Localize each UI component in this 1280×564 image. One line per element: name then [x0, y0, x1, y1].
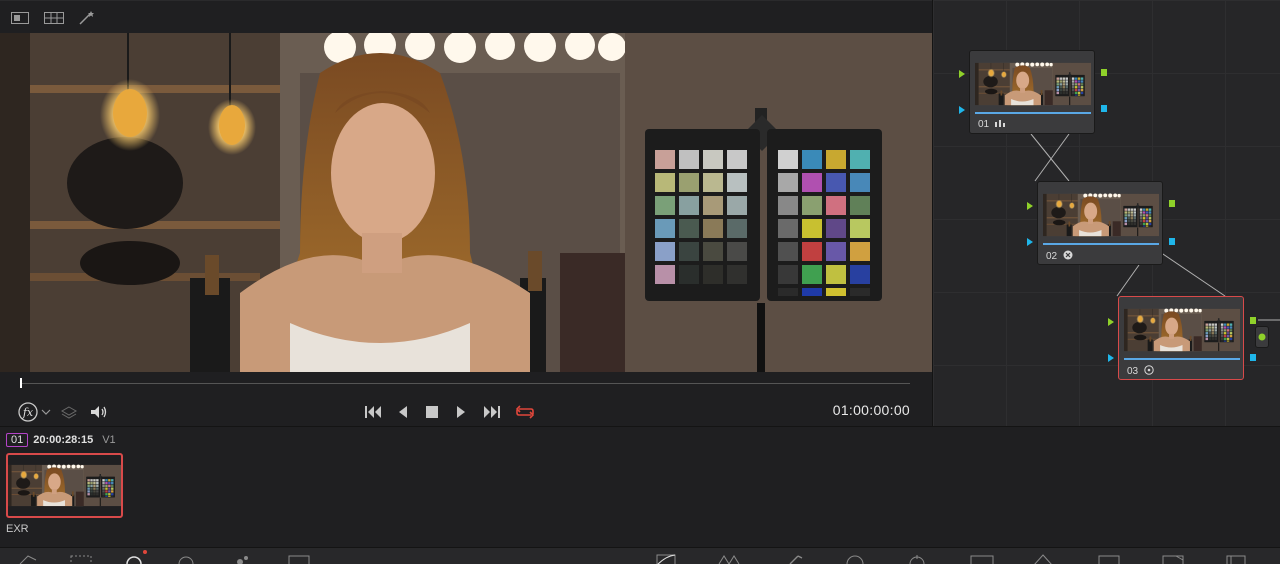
clip-track: V1 — [102, 434, 116, 446]
output-node[interactable] — [1255, 326, 1269, 348]
modified-indicator — [143, 550, 147, 554]
color-match-icon[interactable] — [70, 554, 92, 564]
node-03[interactable]: 03 — [1118, 296, 1244, 380]
clip-timecode: 20:00:28:15 — [33, 434, 94, 446]
speaker-icon[interactable] — [90, 402, 108, 422]
layers-icon[interactable] — [60, 402, 78, 422]
node-02-alpha-input[interactable] — [1027, 238, 1033, 246]
node-02[interactable]: 02 — [1037, 181, 1163, 265]
clip-thumbnail[interactable] — [6, 453, 123, 518]
window-icon[interactable] — [844, 554, 866, 564]
node-01-alpha-input[interactable] — [959, 106, 965, 114]
single-viewer-icon[interactable] — [10, 10, 30, 26]
node-03-rgb-input[interactable] — [1108, 318, 1114, 326]
node-number: 02 — [1046, 251, 1058, 262]
magic-mask-icon[interactable] — [970, 554, 994, 564]
key-icon[interactable] — [1098, 554, 1120, 564]
magic-wand-icon[interactable] — [77, 10, 97, 26]
chevron-down-icon[interactable] — [40, 402, 52, 422]
scrub-bar[interactable] — [0, 372, 932, 397]
motion-effects-icon[interactable] — [288, 554, 310, 564]
clip-index: 01 — [6, 433, 29, 447]
play-icon[interactable] — [454, 402, 468, 422]
split-viewer-icon[interactable] — [44, 10, 64, 26]
skip-to-start-icon[interactable] — [364, 402, 384, 422]
color-warper-icon[interactable] — [718, 554, 740, 564]
node-01-alpha-output[interactable] — [1101, 105, 1107, 112]
node-02-alpha-output[interactable] — [1169, 238, 1175, 245]
node-03-rgb-output[interactable] — [1250, 317, 1256, 324]
node-thumbnail — [1043, 185, 1159, 245]
clip-strip: 01 20:00:28:15 V1 EXR — [0, 426, 1280, 547]
play-reverse-icon[interactable] — [396, 402, 410, 422]
viewer-timecode: 01:00:00:00 — [832, 402, 910, 418]
transport-controls: fx 01:00:00:00 — [0, 397, 932, 426]
viewer-toolbar — [0, 0, 932, 33]
scrub-track[interactable] — [20, 383, 910, 384]
skip-to-end-icon[interactable] — [480, 402, 502, 422]
hdr-wheels-icon[interactable] — [176, 554, 196, 564]
node-graph[interactable]: 01 02 03 — [932, 0, 1280, 426]
node-01-rgb-output[interactable] — [1101, 69, 1107, 76]
tracker-icon[interactable] — [906, 554, 928, 564]
playhead[interactable] — [20, 378, 22, 388]
3d-icon[interactable] — [1226, 554, 1246, 564]
palette-bar — [0, 547, 1280, 564]
qualifier-icon[interactable] — [786, 554, 806, 564]
node-thumbnail — [975, 54, 1091, 114]
fx-icon[interactable]: fx — [18, 402, 38, 422]
color-wheels-icon[interactable] — [124, 554, 144, 564]
node-number: 03 — [1127, 366, 1139, 377]
blur-icon[interactable] — [1032, 554, 1054, 564]
sizing-icon[interactable] — [1162, 554, 1184, 564]
curves-icon[interactable] — [656, 554, 676, 564]
levels-icon — [995, 119, 1006, 130]
node-02-rgb-input[interactable] — [1027, 202, 1033, 210]
node-03-alpha-output[interactable] — [1250, 354, 1256, 361]
target-icon — [1144, 365, 1154, 378]
node-03-alpha-input[interactable] — [1108, 354, 1114, 362]
clip-codec-label: EXR — [6, 523, 29, 535]
node-number: 01 — [978, 119, 990, 130]
node-thumbnail — [1124, 300, 1240, 360]
clip-header: 01 20:00:28:15 V1 — [6, 433, 116, 447]
node-01[interactable]: 01 — [969, 50, 1095, 134]
camera-raw-icon[interactable] — [18, 554, 38, 564]
loop-icon[interactable] — [514, 402, 536, 422]
rgb-mixer-icon[interactable] — [232, 554, 252, 564]
svg-text:fx: fx — [22, 406, 34, 419]
stop-icon[interactable] — [424, 402, 440, 422]
circle-cross-icon — [1063, 250, 1073, 263]
viewer-image[interactable] — [0, 33, 932, 372]
node-02-rgb-output[interactable] — [1169, 200, 1175, 207]
node-01-rgb-input[interactable] — [959, 70, 965, 78]
